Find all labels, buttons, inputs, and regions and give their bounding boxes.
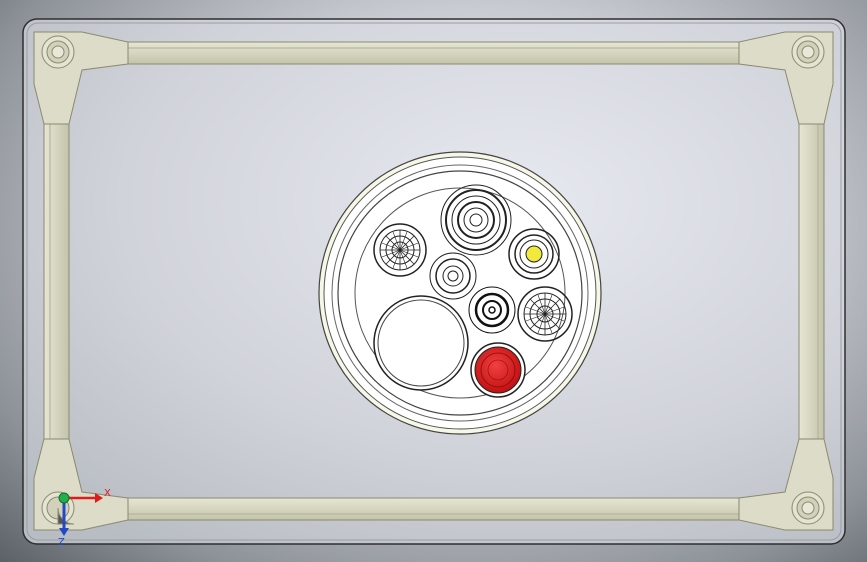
connector-right-hatched [517,286,573,342]
frame-rail-bottom [127,497,740,521]
large-window [373,295,469,391]
cad-model-svg: X Z [22,18,846,548]
frame-rail-left [43,123,70,440]
axis-x-label: X [104,488,111,499]
round-cover [318,151,602,435]
frame-rail-right [798,123,825,440]
connector-left-hatched [373,223,427,277]
axis-z-label: Z [58,537,65,548]
cad-viewport[interactable]: X Z [0,0,867,562]
red-button [470,342,526,398]
frame-rail-top [127,41,740,65]
